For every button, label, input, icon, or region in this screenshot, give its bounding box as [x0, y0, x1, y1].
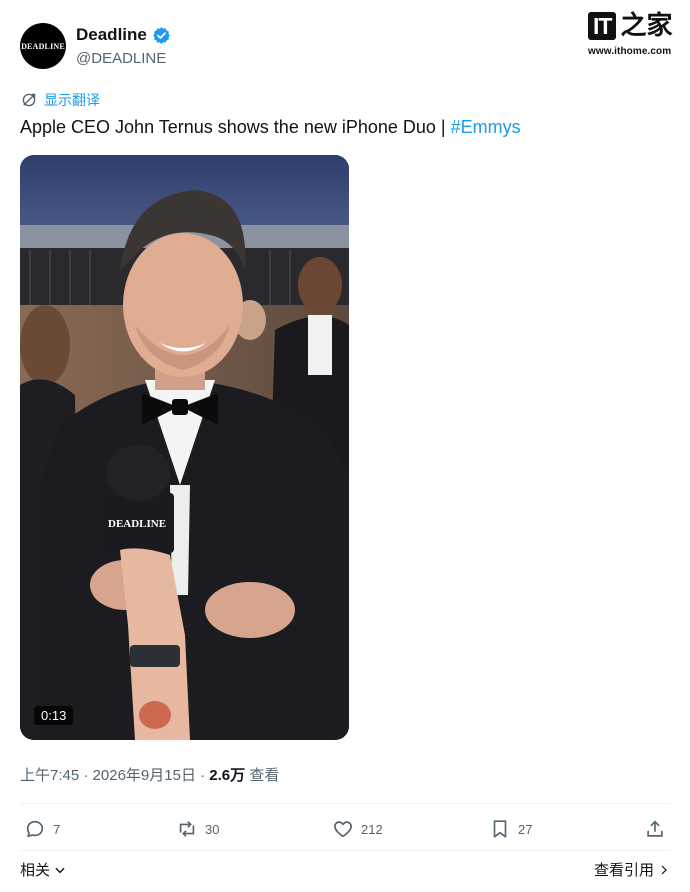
like-button[interactable]: 212 — [332, 818, 383, 840]
chevron-right-icon — [661, 865, 667, 874]
tweet-text: Apple CEO John Ternus shows the new iPho… — [20, 117, 521, 138]
hashtag-link[interactable]: #Emmys — [451, 117, 521, 137]
tweet-body: Apple CEO John Ternus shows the new iPho… — [20, 117, 451, 137]
verified-badge-icon — [153, 26, 170, 44]
translate-label[interactable]: 显示翻译 — [44, 90, 100, 110]
repost-button[interactable]: 30 — [176, 818, 219, 840]
view-quotes-label: 查看引用 — [593, 862, 654, 879]
meta-separator: · — [83, 767, 89, 784]
share-button[interactable] — [644, 818, 666, 840]
like-count: 212 — [361, 821, 383, 837]
ithome-watermark: IT 之家 www.ithome.com — [588, 12, 682, 70]
views-label: 查看 — [249, 767, 280, 784]
action-bar: 7 30 212 27 — [20, 818, 670, 846]
mic-flag-text: DEADLINE — [108, 518, 166, 530]
divider — [20, 803, 670, 804]
bookmark-button[interactable]: 27 — [489, 818, 532, 840]
tweet-date[interactable]: 2026年9月15日 — [93, 767, 196, 784]
translate-icon — [22, 93, 36, 107]
bookmark-icon — [493, 820, 507, 838]
share-icon — [647, 820, 663, 837]
author-handle[interactable]: @DEADLINE — [76, 50, 166, 67]
meta-separator: · — [200, 767, 206, 784]
translate-link[interactable]: 显示翻译 — [20, 90, 100, 110]
related-toggle[interactable]: 相关 — [20, 859, 67, 880]
video-player[interactable]: DEADLINE — [20, 155, 349, 740]
watermark-logo-text: IT — [588, 12, 617, 40]
related-label: 相关 — [20, 862, 51, 879]
views-count: 2.6万 — [209, 767, 246, 784]
watermark-logo: IT 之家 — [588, 12, 682, 40]
heart-icon — [334, 821, 352, 838]
divider — [20, 850, 670, 851]
view-quotes-link[interactable]: 查看引用 — [594, 859, 670, 880]
watermark-url: www.ithome.com — [588, 46, 672, 57]
reply-icon — [26, 820, 44, 838]
tweet-meta: 上午7:45 · 2026年9月15日 · 2.6万 查看 — [20, 764, 279, 785]
chevron-down-icon — [55, 867, 65, 873]
avatar[interactable]: DEADLINE — [20, 23, 66, 69]
display-name[interactable]: Deadline — [76, 25, 147, 45]
reply-count: 7 — [53, 821, 61, 837]
tweet-time[interactable]: 上午7:45 — [20, 767, 79, 784]
repost-icon — [179, 821, 195, 837]
bookmark-count: 27 — [518, 821, 533, 837]
repost-count: 30 — [205, 821, 220, 837]
video-frame: DEADLINE — [20, 155, 349, 740]
video-duration: 0:13 — [34, 706, 74, 725]
reply-button[interactable]: 7 — [24, 818, 60, 840]
author-name-row: Deadline — [76, 25, 171, 45]
watermark-logo-glyph: 之家 — [620, 11, 673, 41]
